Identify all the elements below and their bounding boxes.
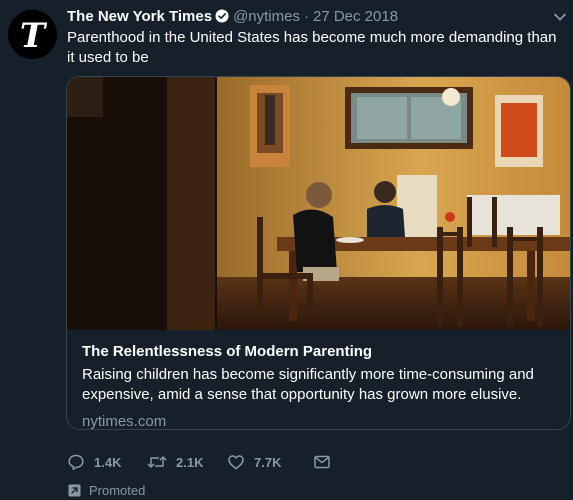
like-button[interactable]: 7.7K xyxy=(227,453,313,471)
nyt-logo-icon: T xyxy=(8,10,57,59)
separator-dot: · xyxy=(303,7,309,25)
reply-button[interactable]: 1.4K xyxy=(67,453,147,471)
card-title: The Relentlessness of Modern Parenting xyxy=(82,343,373,360)
family-dinner-photo xyxy=(67,77,570,330)
chevron-down-icon[interactable] xyxy=(553,10,567,24)
reply-icon xyxy=(68,454,84,471)
tweet-header: The New York Times @nytimes · 27 Dec 201… xyxy=(67,6,398,26)
retweet-count: 2.1K xyxy=(176,454,204,470)
card-domain: nytimes.com xyxy=(82,413,167,430)
heart-icon xyxy=(228,455,244,470)
svg-text:T: T xyxy=(20,16,48,56)
retweet-icon xyxy=(147,456,167,468)
tweet-text: Parenthood in the United States has beco… xyxy=(67,29,557,66)
direct-message-button[interactable] xyxy=(313,453,331,471)
like-count: 7.7K xyxy=(254,454,282,470)
tweet[interactable]: T The New York Times @nytimes · 27 Dec 2… xyxy=(0,0,573,500)
reply-count: 1.4K xyxy=(94,454,122,470)
tweet-actions: 1.4K 2.1K 7.7K xyxy=(67,452,331,472)
tweet-date[interactable]: 27 Dec 2018 xyxy=(313,8,398,25)
promoted-text: Promoted xyxy=(89,482,146,498)
card-body: The Relentlessness of Modern Parenting R… xyxy=(82,342,552,430)
promoted-arrow-icon xyxy=(68,484,81,496)
author-name[interactable]: The New York Times xyxy=(67,8,212,25)
promoted-label[interactable]: Promoted xyxy=(68,482,145,498)
retweet-button[interactable]: 2.1K xyxy=(147,453,227,471)
author-handle[interactable]: @nytimes xyxy=(233,8,300,25)
card-description: Raising children has become significantl… xyxy=(82,366,534,403)
avatar[interactable]: T xyxy=(8,10,57,59)
envelope-icon xyxy=(314,455,330,469)
link-card[interactable]: The Relentlessness of Modern Parenting R… xyxy=(66,76,571,430)
verified-badge-icon xyxy=(215,9,229,23)
